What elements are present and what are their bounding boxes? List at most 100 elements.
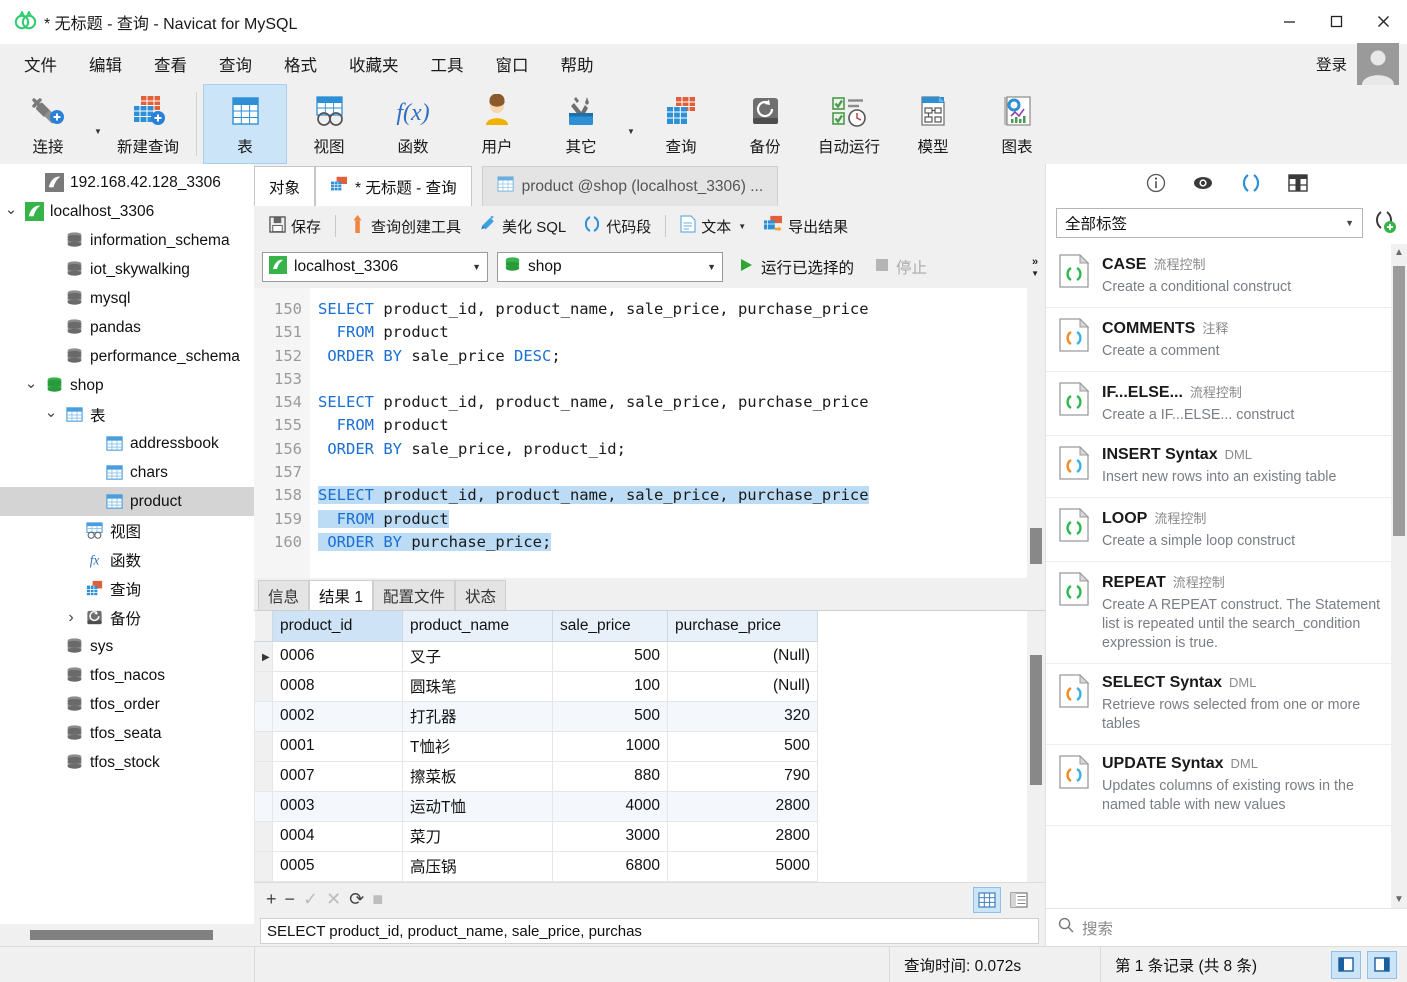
- close-button[interactable]: [1360, 0, 1407, 44]
- connection-select[interactable]: localhost_3306 ▼: [262, 252, 488, 282]
- tree-item-tfos_stock[interactable]: tfos_stock: [0, 748, 254, 777]
- cell-sale-price[interactable]: 880: [552, 760, 668, 792]
- snippet-item[interactable]: LOOP 流程控制 Create a simple loop construct: [1046, 498, 1391, 562]
- chevron-down-icon[interactable]: ▼: [699, 262, 716, 272]
- table-row[interactable]: 0001 T恤衫 1000 500: [254, 730, 818, 762]
- snippet-item[interactable]: REPEAT 流程控制 Create A REPEAT construct. The…: [1046, 562, 1391, 664]
- code-line[interactable]: SELECT product_id, product_name, sale_pr…: [318, 391, 1027, 414]
- column-header-sale-price[interactable]: sale_price: [552, 611, 668, 642]
- cell-product-name[interactable]: T恤衫: [402, 730, 553, 762]
- cell-product-name[interactable]: 叉子: [402, 640, 553, 672]
- snippet-item[interactable]: UPDATE Syntax DML Updates columns of exist…: [1046, 745, 1391, 826]
- tab-product-table[interactable]: product @shop (localhost_3306) ...: [481, 166, 779, 206]
- refresh-button[interactable]: ⟳: [349, 889, 364, 910]
- tree-item-shop[interactable]: ⌄ shop: [0, 371, 254, 400]
- cell-sale-price[interactable]: 3000: [552, 820, 668, 852]
- avatar[interactable]: [1357, 43, 1399, 85]
- code-line[interactable]: FROM product: [318, 508, 1027, 531]
- cell-product-id[interactable]: 0005: [272, 850, 403, 882]
- sql-preview-text[interactable]: SELECT product_id, product_name, sale_pr…: [260, 918, 1039, 944]
- column-header-purchase-price[interactable]: purchase_price: [667, 611, 818, 642]
- cell-sale-price[interactable]: 100: [552, 670, 668, 702]
- scroll-down-arrow-icon[interactable]: ▼: [1394, 894, 1404, 905]
- add-snippet-icon[interactable]: [1371, 208, 1397, 239]
- snippet-list[interactable]: CASE 流程控制 Create a conditional construct CO…: [1046, 244, 1391, 908]
- snippet-item[interactable]: INSERT Syntax DML Insert new rows into an …: [1046, 436, 1391, 498]
- tab-untitled-query[interactable]: * 无标题 - 查询: [315, 166, 472, 206]
- toolbar-other[interactable]: 其它: [539, 84, 623, 164]
- apply-change-button[interactable]: ✓: [303, 889, 318, 910]
- cancel-change-button[interactable]: ✕: [326, 889, 341, 910]
- chevron-down-icon[interactable]: ▼: [1345, 218, 1354, 228]
- cell-product-id[interactable]: 0002: [272, 700, 403, 732]
- scrollbar-thumb[interactable]: [1030, 655, 1042, 785]
- cell-product-name[interactable]: 擦菜板: [402, 760, 553, 792]
- toolbar-view[interactable]: 视图: [287, 84, 371, 164]
- menu-file[interactable]: 文件: [10, 48, 71, 80]
- result-tab-1[interactable]: 结果 1: [309, 580, 373, 610]
- other-dropdown-caret[interactable]: ▼: [623, 84, 639, 164]
- code-line[interactable]: SELECT product_id, product_name, sale_pr…: [318, 484, 1027, 507]
- table-row[interactable]: 0008 圆珠笔 100 (Null): [254, 670, 818, 702]
- menu-view[interactable]: 查看: [140, 48, 201, 80]
- minimize-button[interactable]: [1266, 0, 1313, 44]
- code-line[interactable]: [318, 461, 1027, 484]
- toolbar-backup[interactable]: 备份: [723, 84, 807, 164]
- sql-editor[interactable]: 150 151 152 153 154 155 156 157 158 159 160 SELECT…: [254, 288, 1027, 578]
- delete-record-button[interactable]: −: [285, 889, 296, 910]
- database-select[interactable]: shop ▼: [497, 252, 723, 282]
- chevron-down-icon[interactable]: ▼: [1031, 269, 1039, 278]
- cell-product-name[interactable]: 运动T恤: [402, 790, 553, 822]
- stop-loading-button[interactable]: ■: [372, 889, 383, 910]
- cell-product-id[interactable]: 0006: [272, 640, 403, 672]
- toolbar-user[interactable]: 用户: [455, 84, 539, 164]
- menu-favorites[interactable]: 收藏夹: [335, 48, 413, 80]
- preview-eye-icon[interactable]: [1192, 173, 1214, 193]
- tree-item-pandas[interactable]: pandas: [0, 313, 254, 342]
- tree-item-information_schema[interactable]: information_schema: [0, 226, 254, 255]
- form-view-toggle[interactable]: [1005, 887, 1033, 913]
- cell-product-id[interactable]: 0008: [272, 670, 403, 702]
- tab-objects[interactable]: 对象: [254, 166, 316, 206]
- snippet-item[interactable]: SELECT Syntax DML Retrieve rows selected f…: [1046, 664, 1391, 745]
- snippet-item[interactable]: COMMENTS 注释 Create a comment: [1046, 308, 1391, 372]
- result-vertical-scrollbar[interactable]: [1027, 611, 1045, 882]
- snippet-search-row[interactable]: 搜索: [1046, 908, 1407, 946]
- menu-tools[interactable]: 工具: [417, 48, 478, 80]
- scrollbar-thumb[interactable]: [1030, 528, 1042, 564]
- table-row[interactable]: 0003 运动T恤 4000 2800: [254, 790, 818, 822]
- tree-item-performance_schema[interactable]: performance_schema: [0, 342, 254, 371]
- cell-product-id[interactable]: 0001: [272, 730, 403, 762]
- result-tab-[interactable]: 配置文件: [372, 580, 455, 610]
- tree-item-product[interactable]: product: [0, 487, 254, 516]
- toolbar-table[interactable]: 表: [203, 84, 287, 164]
- twisty-expanded-icon[interactable]: ⌄: [40, 403, 62, 426]
- tree-item-sys[interactable]: sys: [0, 632, 254, 661]
- info-icon[interactable]: [1146, 173, 1166, 193]
- code-line[interactable]: FROM product: [318, 321, 1027, 344]
- tree-item-[interactable]: 视图: [0, 516, 254, 545]
- twisty-expanded-icon[interactable]: ⌄: [20, 374, 42, 397]
- cell-purchase-price[interactable]: (Null): [667, 670, 818, 702]
- toolbar-chart[interactable]: 图表: [975, 84, 1059, 164]
- cell-product-name[interactable]: 菜刀: [402, 820, 553, 852]
- toggle-right-panel-button[interactable]: [1367, 950, 1397, 979]
- cell-product-id[interactable]: 0007: [272, 760, 403, 792]
- cell-product-id[interactable]: 0003: [272, 790, 403, 822]
- result-grid[interactable]: product_id product_name sale_price purch…: [254, 611, 1027, 882]
- code-line[interactable]: ORDER BY sale_price DESC;: [318, 345, 1027, 368]
- snippet-item[interactable]: IF...ELSE... 流程控制 Create a IF...ELSE... co…: [1046, 372, 1391, 436]
- grid-icon[interactable]: [1287, 174, 1308, 192]
- toolbar-new-query[interactable]: 新建查询: [106, 84, 190, 164]
- login-link[interactable]: 登录: [1316, 53, 1347, 75]
- tree-item-addressbook[interactable]: addressbook: [0, 429, 254, 458]
- toolbar-overflow[interactable]: » ▼: [1031, 246, 1039, 288]
- code-line[interactable]: SELECT product_id, product_name, sale_pr…: [318, 298, 1027, 321]
- cell-purchase-price[interactable]: 790: [667, 760, 818, 792]
- query-builder-button[interactable]: 查询创建工具: [343, 211, 468, 241]
- cell-purchase-price[interactable]: 500: [667, 730, 818, 762]
- tree-item-mysql[interactable]: mysql: [0, 284, 254, 313]
- table-row[interactable]: 0007 擦菜板 880 790: [254, 760, 818, 792]
- text-button[interactable]: 文本 ▼: [673, 211, 753, 241]
- cell-sale-price[interactable]: 4000: [552, 790, 668, 822]
